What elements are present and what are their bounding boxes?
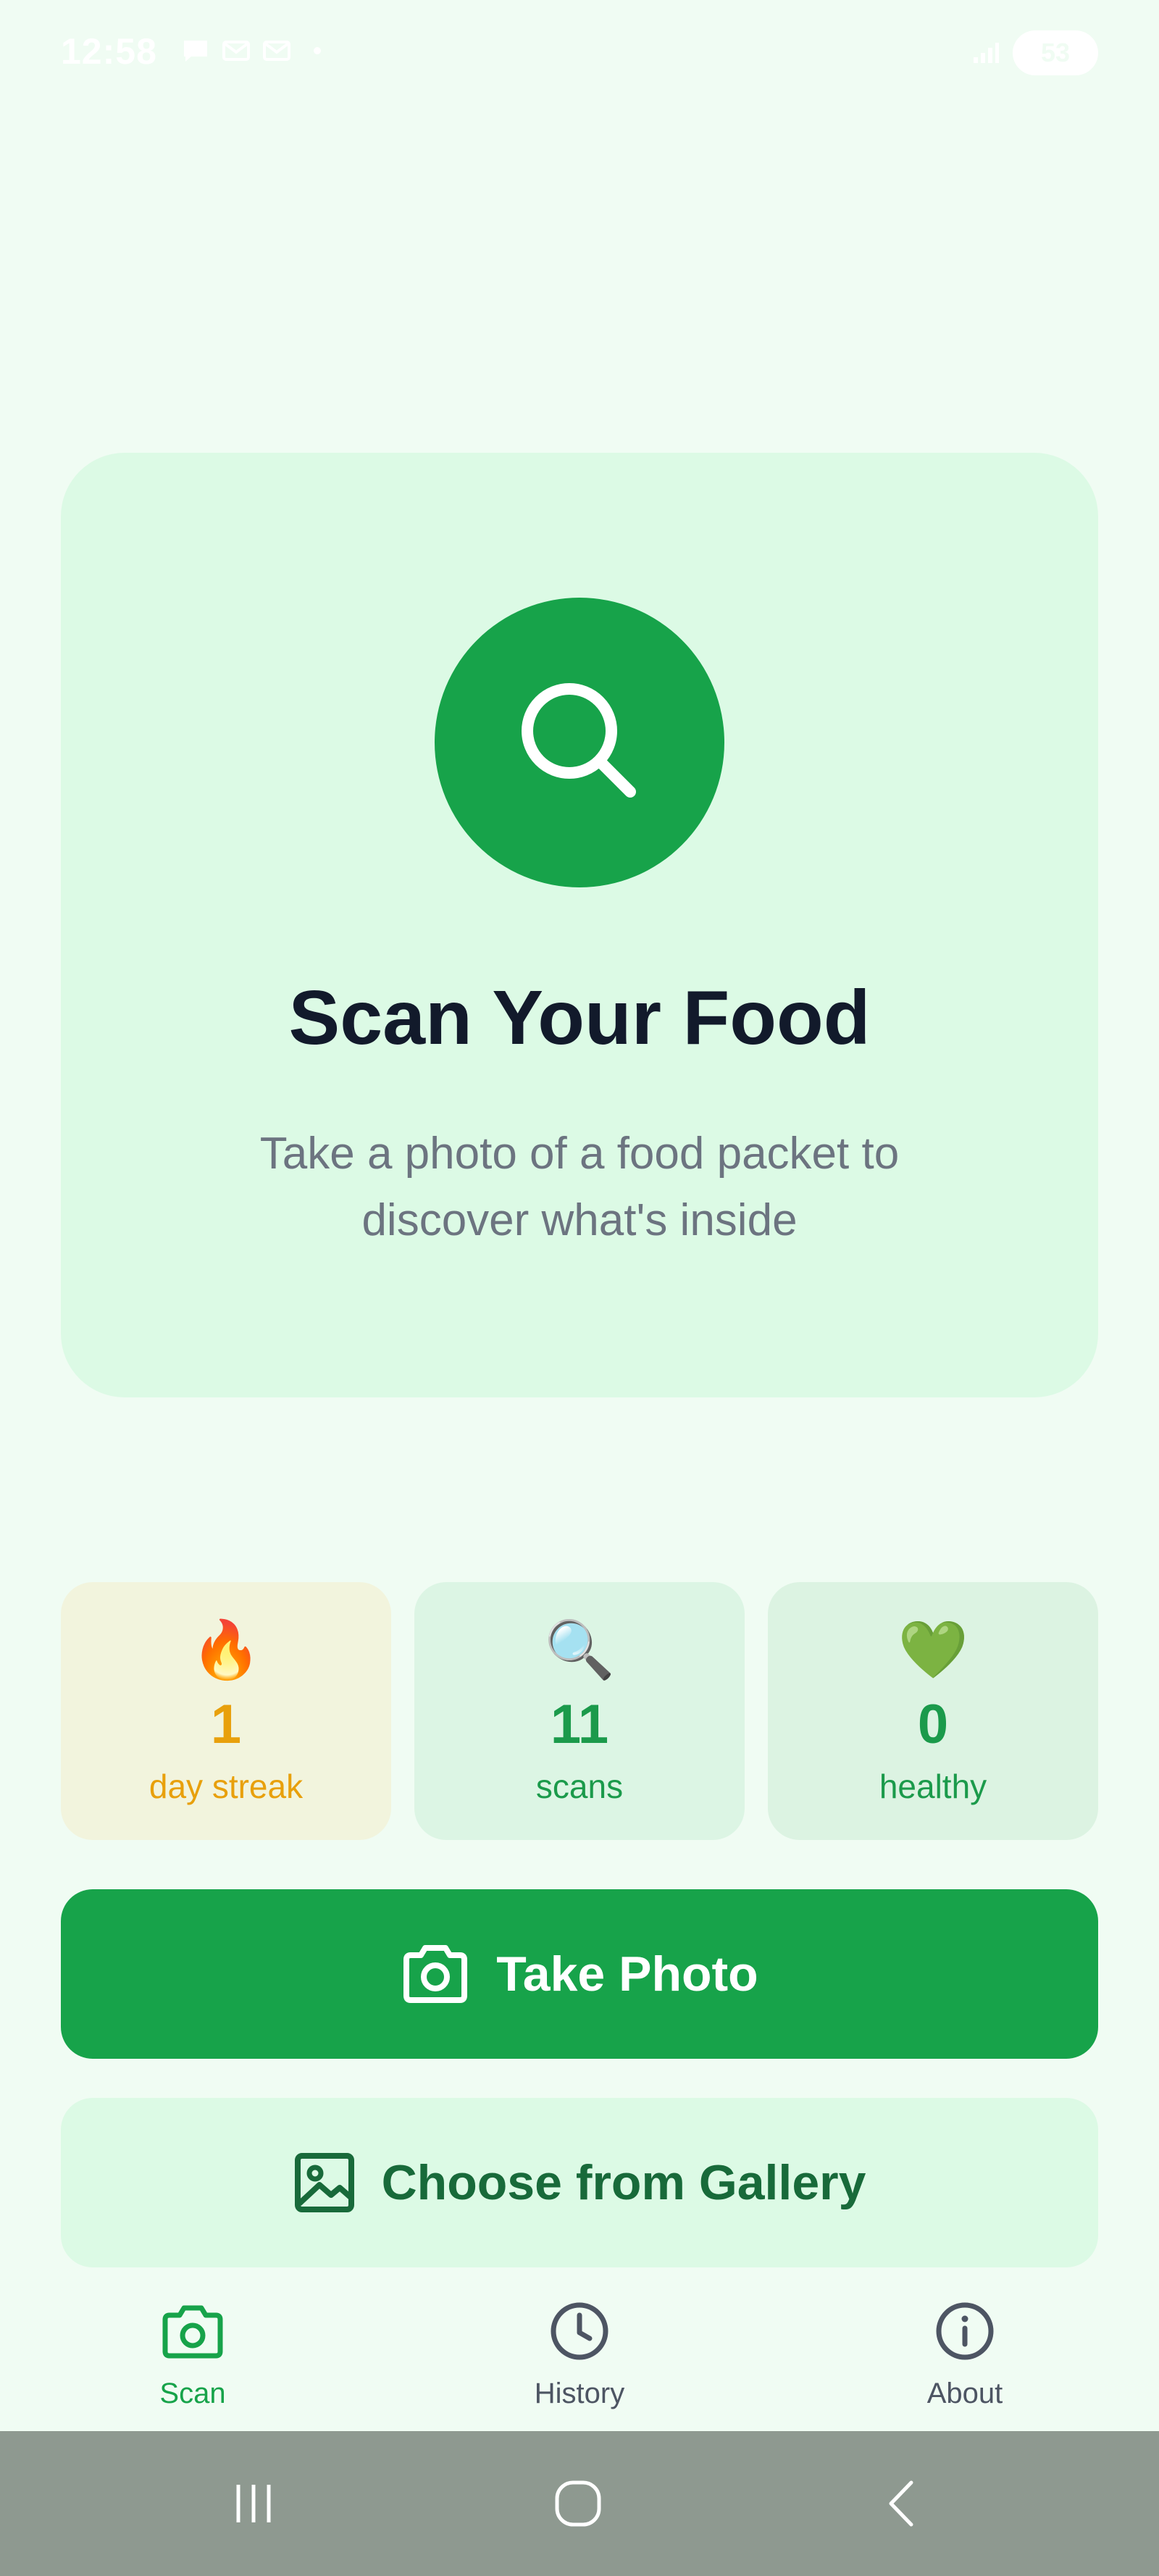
stat-label-streak: day streak — [148, 1768, 304, 1805]
info-icon — [936, 2302, 994, 2360]
fire-icon: 🔥 — [191, 1618, 261, 1681]
mail-icon — [222, 41, 250, 61]
stat-value-streak: 1 — [210, 1694, 242, 1755]
nav-item-scan[interactable]: Scan — [84, 2296, 301, 2427]
choose-gallery-label: Choose from Gallery — [381, 2155, 866, 2210]
heart-icon: 💚 — [898, 1618, 968, 1681]
bottom-navigation: Scan History About — [0, 2282, 1159, 2431]
back-icon — [889, 2480, 913, 2527]
status-bar: 12:58 53 — [0, 0, 1159, 109]
scan-hero-card: Scan Your Food Take a photo of a food pa… — [61, 453, 1098, 1397]
nav-item-history[interactable]: History — [471, 2296, 688, 2427]
page-subtitle: Take a photo of a food packet to discove… — [259, 1129, 900, 1245]
signal-icon — [974, 43, 999, 63]
nav-label-about: About — [926, 2378, 1003, 2409]
battery-indicator: 53 — [1013, 30, 1098, 75]
recents-button[interactable] — [217, 2467, 290, 2540]
take-photo-label: Take Photo — [496, 1946, 758, 2002]
status-time: 12:58 — [61, 31, 157, 72]
stat-card-healthy: 💚 0 healthy — [768, 1582, 1098, 1840]
status-notification-icons — [181, 38, 332, 64]
back-button[interactable] — [866, 2467, 939, 2540]
status-system-icons: 53 — [971, 30, 1098, 75]
dot-icon — [314, 47, 321, 54]
nav-label-history: History — [534, 2378, 625, 2409]
camera-icon — [162, 2305, 223, 2359]
image-icon — [294, 2153, 354, 2212]
home-icon — [555, 2480, 601, 2527]
stat-label-scans: scans — [535, 1768, 624, 1805]
search-icon-circle — [435, 598, 724, 887]
stat-card-streak: 🔥 1 day streak — [61, 1582, 391, 1840]
stat-card-scans: 🔍 11 scans — [414, 1582, 745, 1840]
recents-icon — [236, 2485, 271, 2522]
take-photo-button[interactable]: Take Photo — [61, 1889, 1098, 2059]
clock-icon — [551, 2302, 608, 2360]
home-button[interactable] — [542, 2467, 614, 2540]
stat-value-healthy: 0 — [917, 1694, 949, 1755]
camera-icon — [403, 1945, 468, 2003]
page-title: Scan Your Food — [288, 975, 871, 1061]
choose-gallery-button[interactable]: Choose from Gallery — [61, 2098, 1098, 2267]
stat-value-scans: 11 — [550, 1694, 609, 1755]
chat-icon — [184, 41, 207, 62]
nav-label-scan: Scan — [159, 2378, 226, 2409]
search-icon — [522, 683, 636, 798]
nav-item-about[interactable]: About — [856, 2296, 1074, 2427]
magnifier-icon: 🔍 — [544, 1618, 615, 1681]
stat-label-healthy: healthy — [879, 1768, 987, 1805]
system-navigation-bar — [0, 2431, 1159, 2576]
mail-icon — [263, 41, 290, 61]
